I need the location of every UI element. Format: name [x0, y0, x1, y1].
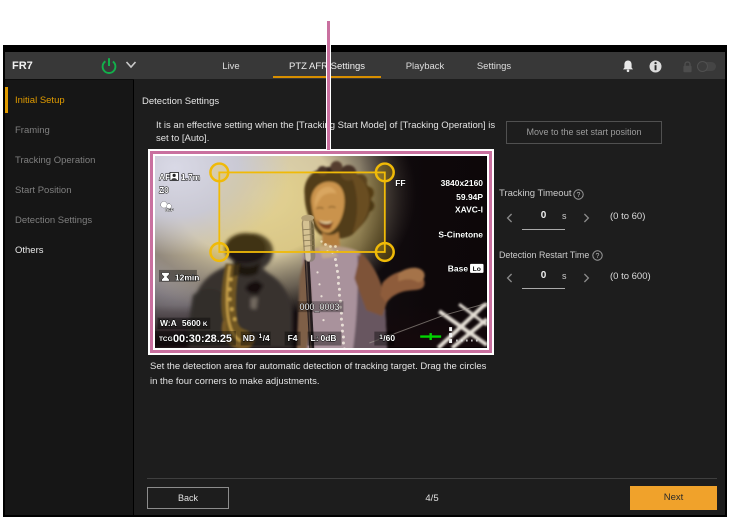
svg-text:OFF: OFF	[165, 208, 174, 213]
svg-text:Lo: Lo	[473, 266, 481, 273]
svg-text:00:30:28.25: 00:30:28.25	[173, 333, 232, 345]
svg-text:FF: FF	[395, 178, 405, 188]
svg-text:F4: F4	[288, 333, 298, 343]
svg-text:ND: ND	[243, 333, 255, 343]
svg-text:W:A: W:A	[160, 318, 177, 328]
svg-text:XAVC-I: XAVC-I	[455, 205, 483, 215]
svg-text:K: K	[203, 321, 208, 328]
svg-text:59.94P: 59.94P	[456, 192, 483, 202]
svg-text:0dB: 0dB	[321, 333, 337, 343]
svg-text:5600: 5600	[182, 318, 201, 328]
svg-text:AF: AF	[159, 172, 170, 182]
svg-text:?: ?	[596, 253, 600, 260]
svg-text:3840x2160: 3840x2160	[441, 178, 484, 188]
svg-text:L:: L:	[311, 333, 319, 343]
svg-text:/60: /60	[383, 333, 395, 343]
svg-text:Z0: Z0	[159, 185, 169, 195]
svg-text:000_0003: 000_0003	[300, 302, 340, 312]
svg-text:12min: 12min	[175, 272, 199, 282]
svg-text:S-Cinetone: S-Cinetone	[438, 230, 483, 240]
svg-text:TCG: TCG	[159, 336, 173, 343]
svg-text:Base: Base	[448, 263, 469, 273]
svg-text:/4: /4	[263, 333, 270, 343]
svg-text:1.7m: 1.7m	[181, 172, 200, 182]
svg-text:?: ?	[577, 192, 581, 199]
